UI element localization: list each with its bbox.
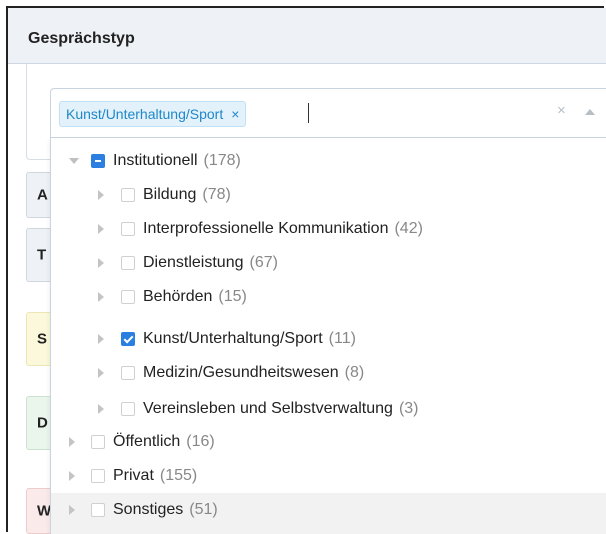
tree-node-label: Behörden (15) bbox=[143, 288, 247, 305]
tree-node-sonstiges[interactable]: Sonstiges (51) bbox=[51, 493, 606, 534]
tree-node-label: Bildung (78) bbox=[143, 186, 231, 203]
text-cursor bbox=[308, 103, 309, 123]
tree-node-label: Kunst/Unterhaltung/Sport (11) bbox=[143, 330, 356, 347]
tree-node-label: Sonstiges (51) bbox=[113, 501, 218, 518]
background-tab-label: A bbox=[37, 186, 48, 204]
expand-icon[interactable] bbox=[69, 437, 75, 447]
tree-node-vereinsleben-und-selbstverwaltung[interactable]: Vereinsleben und Selbstverwaltung (3) bbox=[51, 392, 606, 426]
expand-icon[interactable] bbox=[98, 404, 104, 414]
selected-tag-label: Kunst/Unterhaltung/Sport bbox=[66, 106, 224, 122]
checkbox-partial[interactable] bbox=[91, 154, 105, 168]
checkbox[interactable] bbox=[121, 256, 135, 270]
checkbox[interactable] bbox=[91, 435, 105, 449]
collapse-icon[interactable] bbox=[69, 158, 79, 164]
expand-icon[interactable] bbox=[98, 258, 104, 268]
background-tab-label: T bbox=[37, 246, 47, 264]
tree-node-dienstleistung[interactable]: Dienstleistung (67) bbox=[51, 246, 606, 280]
tree-node-behoerden[interactable]: Behörden (15) bbox=[51, 280, 606, 314]
panel-title: Gesprächstyp bbox=[28, 30, 135, 47]
checkbox[interactable] bbox=[121, 290, 135, 304]
tree-node-kunst-unterhaltung-sport[interactable]: Kunst/Unterhaltung/Sport (11) bbox=[51, 322, 606, 356]
tree-node-oeffentlich[interactable]: Öffentlich (16) bbox=[51, 425, 606, 459]
expand-icon[interactable] bbox=[98, 224, 104, 234]
tree-node-label: Institutionell (178) bbox=[113, 152, 241, 169]
tree-node-label: Privat (155) bbox=[113, 467, 198, 484]
collapse-arrow-icon[interactable] bbox=[585, 109, 595, 115]
tree-node-label: Dienstleistung (67) bbox=[143, 254, 278, 271]
expand-icon[interactable] bbox=[69, 505, 75, 515]
expand-icon[interactable] bbox=[98, 334, 104, 344]
tree-node-label: Interprofessionelle Kommunikation (42) bbox=[143, 220, 423, 237]
expand-icon[interactable] bbox=[98, 368, 104, 378]
background-tab-label: S bbox=[37, 330, 48, 348]
tree-node-institutionell[interactable]: Institutionell (178) bbox=[51, 144, 606, 178]
expand-icon[interactable] bbox=[69, 471, 75, 481]
selected-tag: Kunst/Unterhaltung/Sport × bbox=[59, 101, 247, 127]
checkbox[interactable] bbox=[121, 188, 135, 202]
tree-dropdown: Institutionell (178) Bildung (78) Interpro… bbox=[50, 138, 606, 534]
tag-remove-icon[interactable]: × bbox=[231, 106, 239, 122]
tree-node-label: Öffentlich (16) bbox=[113, 433, 215, 450]
checkbox[interactable] bbox=[121, 402, 135, 416]
background-tab-label: D bbox=[37, 414, 48, 432]
tree-node-privat[interactable]: Privat (155) bbox=[51, 459, 606, 493]
checkbox-checked[interactable] bbox=[121, 332, 135, 346]
expand-icon[interactable] bbox=[98, 190, 104, 200]
clear-selection-icon[interactable]: × bbox=[557, 102, 566, 119]
gespraechstyp-select-input[interactable]: Kunst/Unterhaltung/Sport × × bbox=[50, 88, 606, 138]
expand-icon[interactable] bbox=[98, 292, 104, 302]
tree-node-bildung[interactable]: Bildung (78) bbox=[51, 178, 606, 212]
checkbox[interactable] bbox=[121, 366, 135, 380]
tree-node-medizin-gesundheitswesen[interactable]: Medizin/Gesundheitswesen (8) bbox=[51, 356, 606, 390]
tree-node-interprofessionelle-kommunikation[interactable]: Interprofessionelle Kommunikation (42) bbox=[51, 212, 606, 246]
tree-node-label: Medizin/Gesundheitswesen (8) bbox=[143, 364, 365, 381]
checkbox[interactable] bbox=[121, 222, 135, 236]
checkbox[interactable] bbox=[91, 503, 105, 517]
checkbox[interactable] bbox=[91, 469, 105, 483]
tree-node-label: Vereinsleben und Selbstverwaltung (3) bbox=[143, 400, 419, 417]
